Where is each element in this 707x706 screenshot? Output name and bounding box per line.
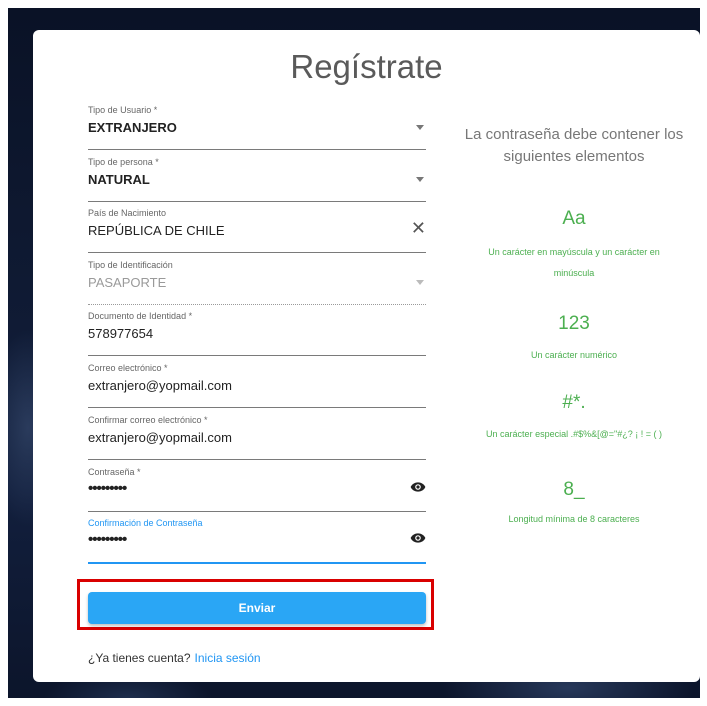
- user-type-label: Tipo de Usuario *: [88, 105, 158, 115]
- eye-icon[interactable]: [410, 481, 426, 493]
- rule-special-description: Un carácter especial .#$%&[@="#¿? ¡ ! = …: [486, 429, 662, 439]
- confirm-email-input[interactable]: Confirmar correo electrónico * extranjer…: [88, 415, 426, 460]
- id-document-input[interactable]: Documento de Identidad * 578977654: [88, 311, 426, 356]
- rule-case-description: Un carácter en mayúscula y un carácter e…: [488, 247, 660, 278]
- rule-case-symbol: Aa: [562, 208, 586, 229]
- rule-length-description: Longitud mínima de 8 caracteres: [508, 514, 640, 524]
- confirm-email-label: Confirmar correo electrónico *: [88, 415, 208, 425]
- eye-icon[interactable]: [410, 532, 426, 544]
- person-type-value: NATURAL: [88, 172, 150, 187]
- login-link[interactable]: Inicia sesión: [195, 651, 261, 665]
- email-value: extranjero@yopmail.com: [88, 378, 232, 393]
- rule-length: 8_ Longitud mínima de 8 caracteres: [450, 479, 698, 530]
- user-type-select[interactable]: Tipo de Usuario * EXTRANJERO: [88, 105, 426, 150]
- id-type-select: Tipo de Identificación PASAPORTE: [88, 260, 426, 305]
- id-type-value: PASAPORTE: [88, 275, 167, 290]
- id-document-value: 578977654: [88, 326, 154, 341]
- chevron-down-icon[interactable]: [416, 177, 424, 182]
- password-label: Contraseña *: [88, 467, 141, 477]
- confirm-password-input[interactable]: Confirmación de Contraseña •••••••••: [88, 518, 426, 564]
- rule-case: Aa Un carácter en mayúscula y un carácte…: [450, 208, 698, 284]
- submit-button[interactable]: Enviar: [88, 592, 426, 624]
- have-account-text: ¿Ya tienes cuenta?: [88, 651, 191, 665]
- password-value: •••••••••: [88, 480, 127, 497]
- email-input[interactable]: Correo electrónico * extranjero@yopmail.…: [88, 363, 426, 408]
- confirm-password-value: •••••••••: [88, 531, 127, 548]
- chevron-down-icon[interactable]: [416, 125, 424, 130]
- rule-special-symbol: #*.: [562, 392, 586, 413]
- email-label: Correo electrónico *: [88, 363, 168, 373]
- chevron-down-icon: [416, 280, 424, 285]
- rule-special: #*. Un carácter especial .#$%&[@="#¿? ¡ …: [450, 392, 698, 445]
- id-document-label: Documento de Identidad *: [88, 311, 193, 321]
- clear-icon[interactable]: ✕: [411, 219, 426, 237]
- rule-length-symbol: 8_: [563, 479, 585, 500]
- password-rules-heading: La contraseña debe contener los siguient…: [464, 126, 684, 165]
- birth-country-autocomplete[interactable]: País de Nacimiento REPÚBLICA DE CHILE ✕: [88, 208, 426, 253]
- login-prompt: ¿Ya tienes cuenta? Inicia sesión: [88, 651, 261, 665]
- rule-number-description: Un carácter numérico: [530, 350, 618, 360]
- rule-number-symbol: 123: [558, 313, 590, 334]
- user-type-value: EXTRANJERO: [88, 120, 177, 135]
- rule-number: 123 Un carácter numérico: [450, 313, 698, 366]
- page-title: Regístrate: [290, 48, 443, 85]
- person-type-label: Tipo de persona *: [88, 157, 159, 167]
- confirm-password-label: Confirmación de Contraseña: [88, 518, 203, 528]
- password-input[interactable]: Contraseña * •••••••••: [88, 467, 426, 512]
- birth-country-value: REPÚBLICA DE CHILE: [88, 223, 225, 238]
- birth-country-label: País de Nacimiento: [88, 208, 167, 218]
- person-type-select[interactable]: Tipo de persona * NATURAL: [88, 157, 426, 202]
- register-card: Regístrate Tipo de Usuario * EXTRANJERO …: [33, 30, 700, 682]
- id-type-label: Tipo de Identificación: [88, 260, 173, 270]
- confirm-email-value: extranjero@yopmail.com: [88, 430, 232, 445]
